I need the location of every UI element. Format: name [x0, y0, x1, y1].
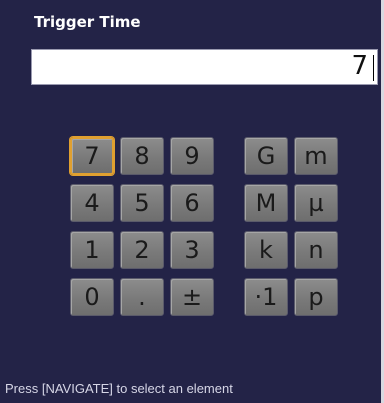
key-unit-giga[interactable]: G: [244, 137, 288, 175]
key-7[interactable]: 7: [70, 137, 114, 175]
value-entry-field[interactable]: 7: [31, 49, 378, 85]
key-unit-micro[interactable]: µ: [294, 184, 338, 222]
key-unit-pico[interactable]: p: [294, 278, 338, 316]
entry-value: 7: [351, 51, 368, 81]
key-unit-milli[interactable]: m: [294, 137, 338, 175]
key-decimal-point[interactable]: .: [120, 278, 164, 316]
text-caret: [373, 55, 374, 81]
key-5[interactable]: 5: [120, 184, 164, 222]
key-0[interactable]: 0: [70, 278, 114, 316]
key-unit-mega[interactable]: M: [244, 184, 288, 222]
key-unit-nano[interactable]: n: [294, 231, 338, 269]
key-plus-minus[interactable]: ±: [170, 278, 214, 316]
status-message: Press [NAVIGATE] to select an element: [5, 381, 233, 396]
key-8[interactable]: 8: [120, 137, 164, 175]
key-1[interactable]: 1: [70, 231, 114, 269]
trigger-time-dialog: Trigger Time 7 7 8 9 4 5 6 1 2 3 0 . ± G…: [0, 0, 384, 403]
key-6[interactable]: 6: [170, 184, 214, 222]
key-4[interactable]: 4: [70, 184, 114, 222]
key-unit-one[interactable]: ·1: [244, 278, 288, 316]
key-unit-kilo[interactable]: k: [244, 231, 288, 269]
key-2[interactable]: 2: [120, 231, 164, 269]
key-3[interactable]: 3: [170, 231, 214, 269]
key-9[interactable]: 9: [170, 137, 214, 175]
dialog-title: Trigger Time: [34, 13, 141, 31]
